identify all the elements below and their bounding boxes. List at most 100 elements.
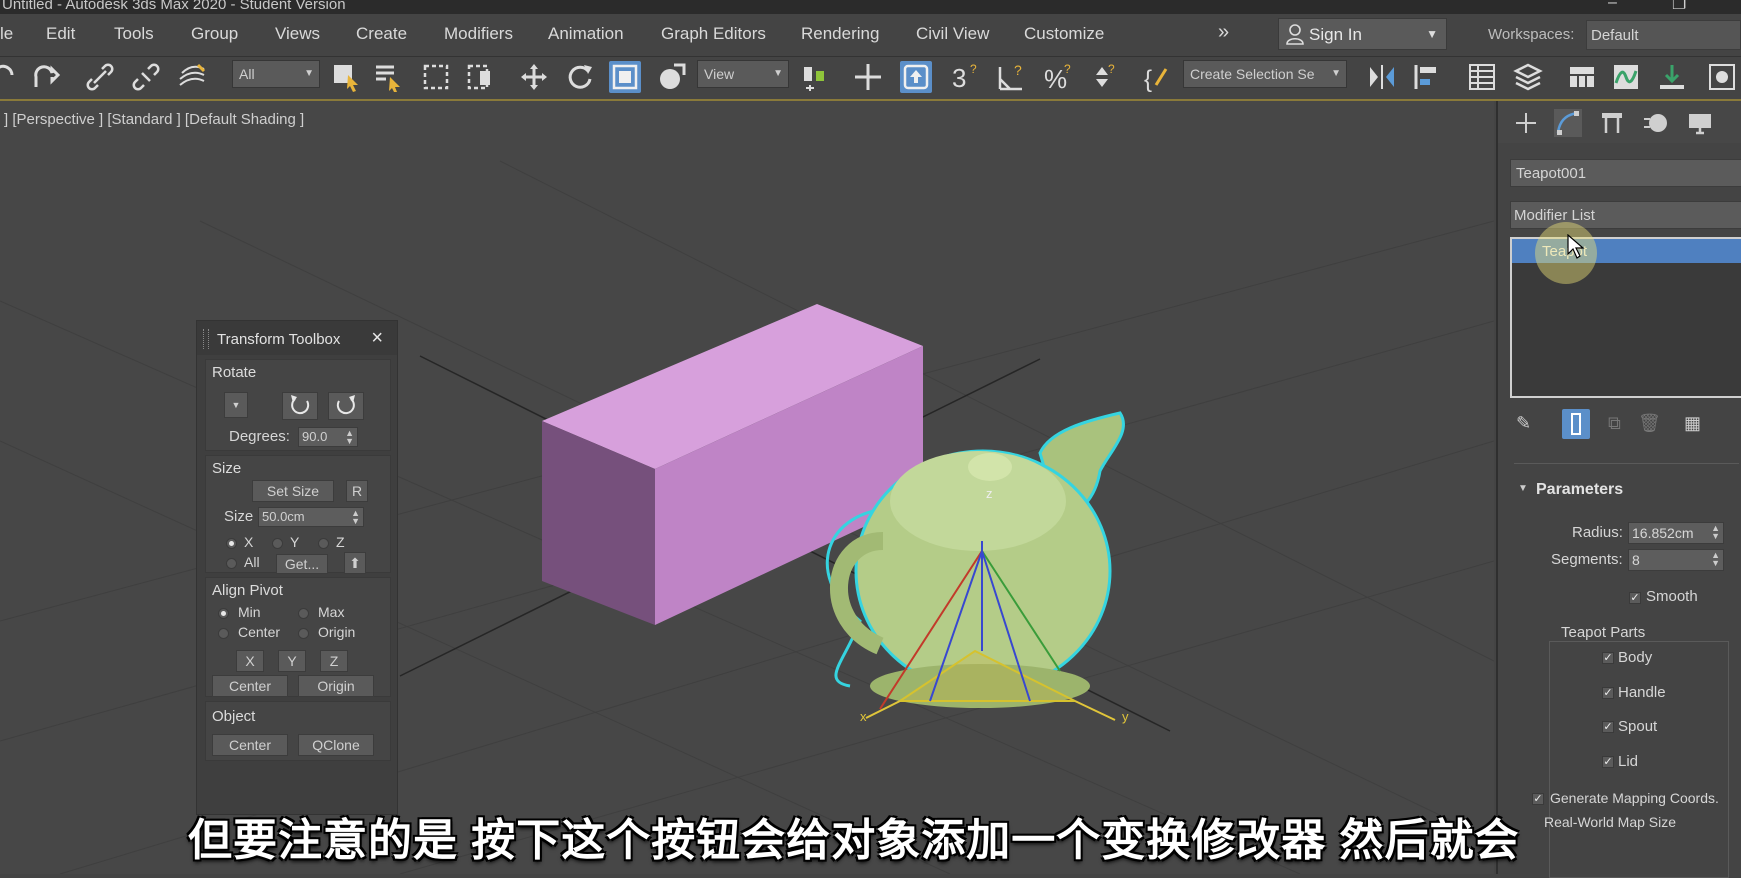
menu-views[interactable]: Views — [275, 24, 320, 44]
percent-snap-icon[interactable]: %? — [1042, 61, 1074, 94]
rect-selection-icon[interactable] — [420, 61, 452, 93]
minimize-icon[interactable]: – — [1608, 0, 1617, 12]
pivot-origin-button[interactable]: Origin — [298, 675, 374, 697]
collapse-triangle-icon[interactable]: ▼ — [1518, 483, 1528, 494]
make-unique-icon[interactable]: ⧉ — [1608, 413, 1621, 434]
body-checkbox[interactable]: ✓ — [1602, 652, 1614, 664]
segments-spinner[interactable]: 8 ▲ ▼ — [1628, 549, 1724, 571]
create-tab-icon[interactable] — [1512, 109, 1540, 137]
handle-checkbox[interactable]: ✓ — [1602, 687, 1614, 699]
move-icon[interactable] — [518, 61, 550, 93]
spinner-arrows-icon[interactable]: ▲ ▼ — [345, 429, 354, 446]
select-object-icon[interactable] — [330, 61, 362, 93]
edit-named-selection-icon[interactable]: { — [1142, 61, 1174, 93]
rotate-cw-button[interactable] — [328, 392, 364, 420]
size-x-radio[interactable] — [226, 538, 237, 549]
selection-filter-dropdown[interactable]: All ▼ — [232, 60, 320, 88]
modifier-list-dropdown[interactable]: Modifier List — [1510, 201, 1741, 229]
pick-size-button[interactable]: ⬆ — [344, 552, 366, 574]
scene-explorer-icon[interactable] — [1466, 61, 1498, 93]
viewport-label[interactable]: ] [Perspective ] [Standard ] [Default Sh… — [4, 111, 304, 128]
real-world-map-size-label[interactable]: Real-World Map Size — [1544, 814, 1676, 830]
menu-animation[interactable]: Animation — [548, 24, 624, 44]
degrees-spinner[interactable]: 90.0 ▲ ▼ — [298, 427, 358, 447]
material-editor-icon[interactable] — [1706, 61, 1738, 93]
render-setup-icon[interactable] — [1656, 61, 1688, 93]
modify-tab-icon[interactable] — [1554, 109, 1582, 137]
snaps-toggle-icon[interactable]: 3? — [950, 61, 982, 93]
qclone-button[interactable]: QClone — [298, 734, 374, 756]
keyboard-shortcut-override-icon[interactable] — [900, 61, 932, 93]
redo-icon[interactable] — [30, 61, 62, 93]
lid-checkbox[interactable]: ✓ — [1602, 756, 1614, 768]
size-spinner[interactable]: 50.0cm ▲ ▼ — [258, 507, 364, 527]
workspaces-select[interactable]: Default — [1586, 20, 1741, 50]
drag-handle-icon[interactable] — [203, 329, 209, 349]
pivot-x-button[interactable]: X — [236, 650, 264, 672]
configure-modifier-sets-icon[interactable]: ▦ — [1684, 413, 1701, 434]
rotate-icon[interactable] — [564, 61, 596, 93]
toolbox-header[interactable]: Transform Toolbox × — [197, 321, 397, 355]
layer-explorer-icon[interactable] — [1512, 61, 1544, 93]
menu-civil-view[interactable]: Civil View — [916, 24, 989, 44]
menu-group[interactable]: Group — [191, 24, 238, 44]
undo-icon[interactable] — [0, 61, 20, 93]
pivot-z-button[interactable]: Z — [320, 650, 348, 672]
link-icon[interactable] — [84, 61, 116, 93]
close-icon[interactable]: × — [371, 327, 383, 350]
spinner-arrows-icon[interactable]: ▲ ▼ — [1711, 524, 1720, 541]
set-size-button[interactable]: Set Size — [252, 480, 334, 502]
reference-coord-dropdown[interactable]: View ▼ — [697, 60, 789, 88]
mirror-icon[interactable] — [1366, 61, 1398, 93]
select-manipulate-icon[interactable] — [852, 61, 884, 93]
menu-modifiers[interactable]: Modifiers — [444, 24, 513, 44]
size-all-radio[interactable] — [226, 558, 237, 569]
menu-graph-editors[interactable]: Graph Editors — [661, 24, 766, 44]
sign-in-dropdown[interactable]: Sign In ▼ — [1278, 18, 1447, 50]
pivot-min-radio[interactable] — [218, 608, 229, 619]
object-center-button[interactable]: Center — [212, 734, 288, 756]
pivot-origin-radio[interactable] — [298, 628, 309, 639]
menu-create[interactable]: Create — [356, 24, 407, 44]
restore-icon[interactable]: ❐ — [1672, 0, 1686, 14]
scale-icon[interactable] — [609, 61, 641, 93]
spout-checkbox[interactable]: ✓ — [1602, 721, 1614, 733]
generate-mapping-checkbox[interactable]: ✓ — [1532, 793, 1544, 805]
menu-file[interactable]: le — [0, 24, 13, 44]
pivot-center-icon[interactable] — [800, 61, 832, 93]
rotate-axis-dropdown[interactable]: ▼ — [224, 392, 248, 418]
menu-rendering[interactable]: Rendering — [801, 24, 879, 44]
ribbon-toggle-icon[interactable] — [1566, 61, 1598, 93]
spinner-arrows-icon[interactable]: ▲ ▼ — [1711, 551, 1720, 568]
size-y-radio[interactable] — [272, 538, 283, 549]
size-z-radio[interactable] — [318, 538, 329, 549]
show-end-result-icon[interactable] — [1562, 409, 1590, 439]
bind-space-warp-icon[interactable] — [176, 61, 208, 93]
motion-tab-icon[interactable] — [1642, 109, 1670, 137]
spinner-snap-icon[interactable]: ? — [1088, 61, 1120, 93]
radius-spinner[interactable]: 16.852cm ▲ ▼ — [1628, 522, 1724, 544]
pin-stack-icon[interactable]: ✎ — [1516, 413, 1531, 434]
angle-snap-icon[interactable]: ? — [996, 61, 1028, 93]
pivot-center-radio[interactable] — [218, 628, 229, 639]
named-selection-sets-dropdown[interactable]: Create Selection Se ▼ — [1183, 60, 1347, 88]
menu-overflow-icon[interactable]: » — [1218, 21, 1229, 44]
display-tab-icon[interactable] — [1686, 109, 1714, 137]
menu-customize[interactable]: Customize — [1024, 24, 1104, 44]
menu-tools[interactable]: Tools — [114, 24, 154, 44]
pivot-y-button[interactable]: Y — [278, 650, 306, 672]
curve-editor-icon[interactable] — [1610, 61, 1642, 93]
hierarchy-tab-icon[interactable] — [1598, 109, 1626, 137]
smooth-checkbox[interactable]: ✓ — [1629, 592, 1641, 604]
pivot-max-radio[interactable] — [298, 608, 309, 619]
get-size-button[interactable]: Get... — [276, 554, 328, 574]
menu-edit[interactable]: Edit — [46, 24, 75, 44]
reset-size-button[interactable]: R — [346, 480, 368, 502]
unlink-icon[interactable] — [130, 61, 162, 93]
window-crossing-icon[interactable] — [464, 61, 496, 93]
remove-modifier-icon[interactable]: 🗑 — [1638, 413, 1661, 434]
select-by-name-icon[interactable] — [372, 61, 404, 93]
align-icon[interactable] — [1410, 61, 1442, 93]
rotate-ccw-button[interactable] — [282, 392, 318, 420]
spinner-arrows-icon[interactable]: ▲ ▼ — [351, 509, 360, 526]
